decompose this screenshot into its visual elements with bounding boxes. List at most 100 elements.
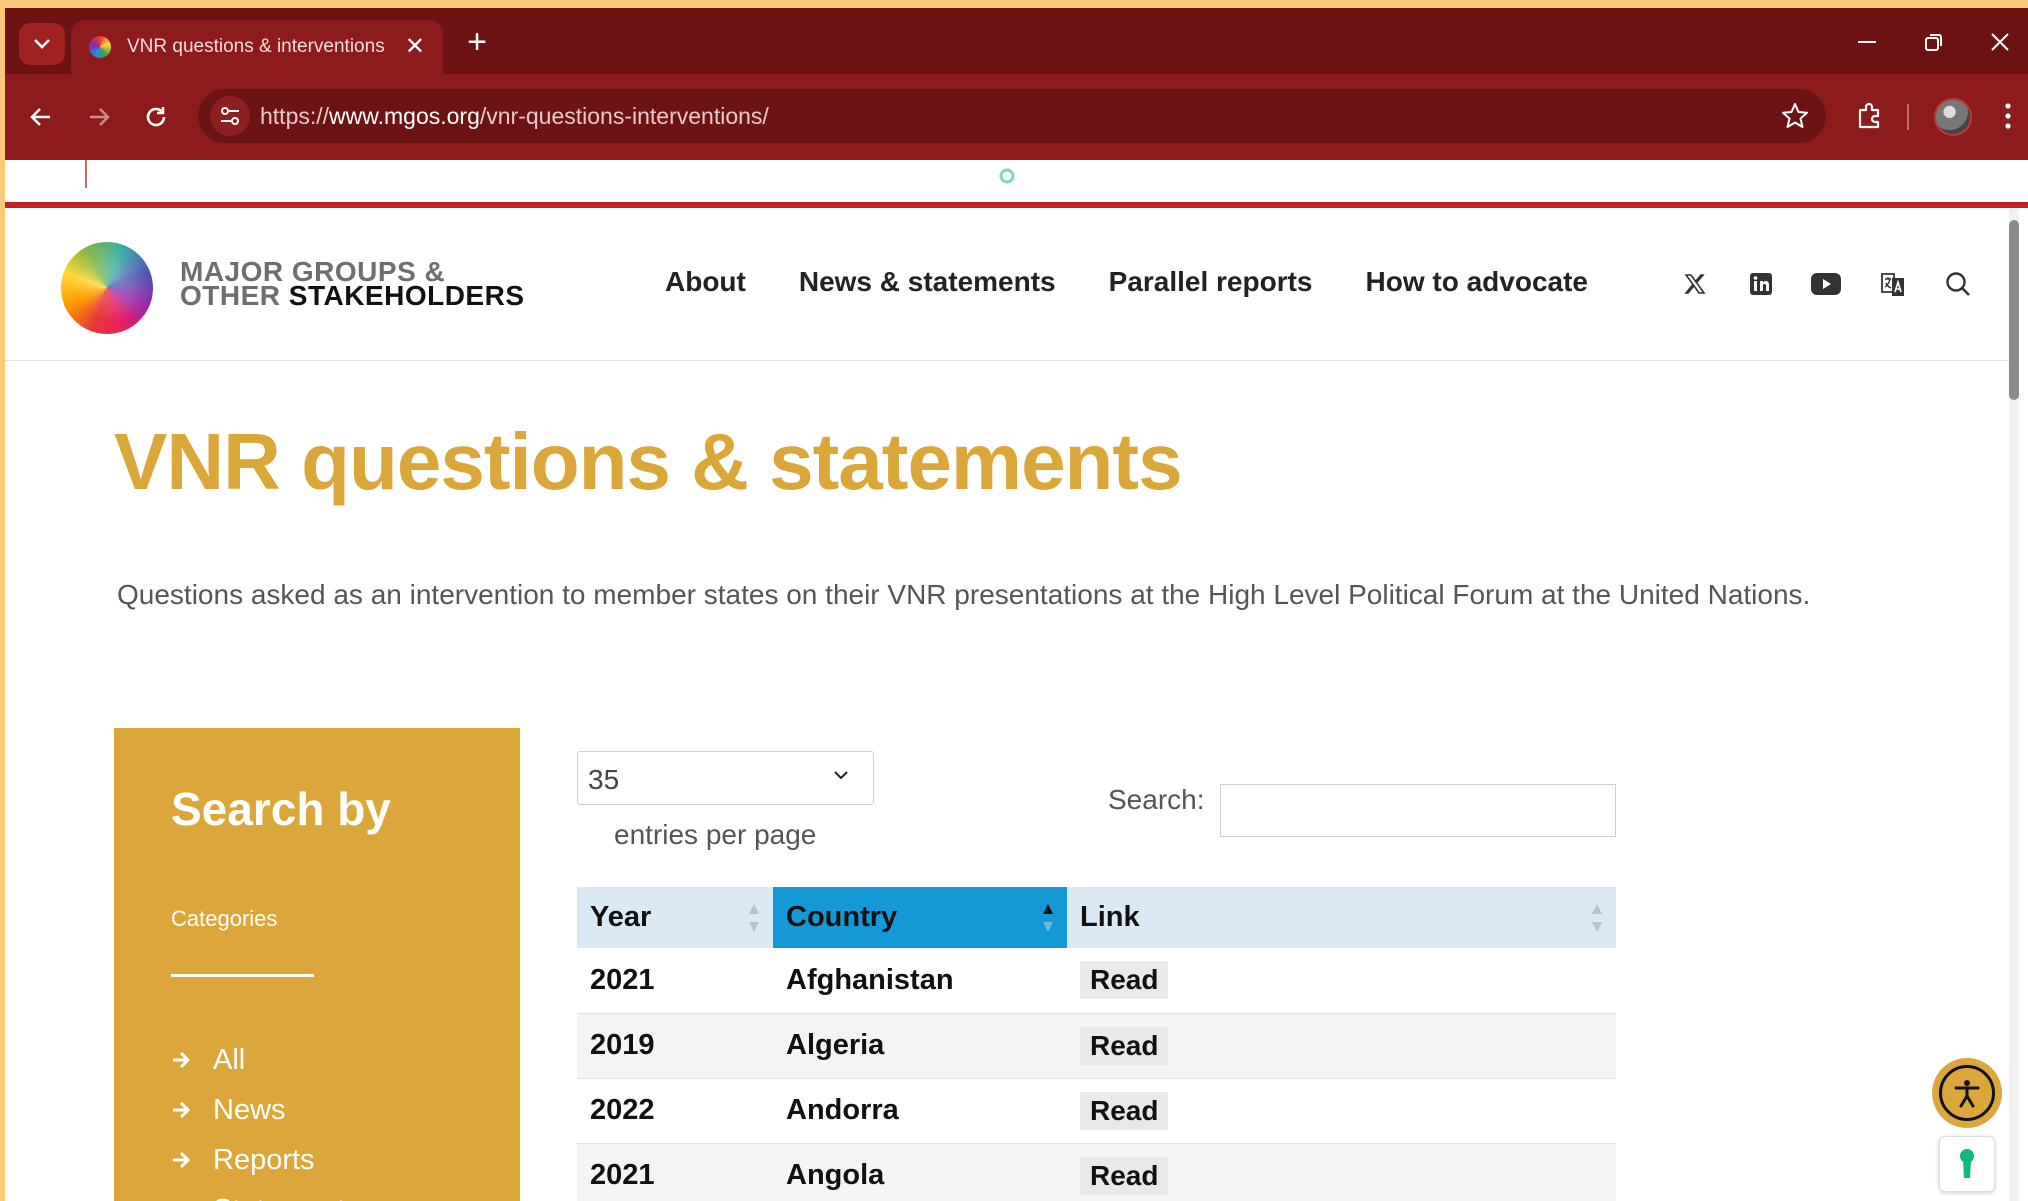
arrow-right-icon [171, 1151, 191, 1169]
column-header-year[interactable]: Year [577, 887, 773, 948]
country-cell: Algeria [773, 1013, 1067, 1079]
tab-search-button[interactable] [19, 23, 65, 65]
bookmark-star-button[interactable] [1780, 101, 1810, 131]
entries-per-page-select[interactable]: 35 [577, 751, 874, 805]
table-header-row: Year Country Link [577, 887, 1616, 948]
column-header-country[interactable]: Country [773, 887, 1067, 948]
back-button[interactable] [21, 97, 61, 137]
restore-button[interactable] [1912, 24, 1956, 60]
new-tab-button[interactable]: + [459, 25, 495, 61]
read-link[interactable]: Read [1080, 1156, 1169, 1195]
nav-news-statements[interactable]: News & statements [799, 266, 1056, 298]
accessibility-button[interactable] [1932, 1058, 2002, 1128]
folder-icon [297, 168, 320, 185]
chevron-down-icon [34, 39, 50, 49]
read-link[interactable]: Read [1080, 1091, 1169, 1130]
translate-icon[interactable] [1877, 268, 1909, 300]
apps-button[interactable] [35, 162, 59, 191]
close-window-button[interactable] [1978, 24, 2022, 60]
site-search-button[interactable] [1942, 268, 1974, 300]
bookmark-item[interactable]: E/S Africa [1620, 165, 1739, 187]
scrollbar-thumb[interactable] [2009, 220, 2019, 400]
toolbar-divider [1907, 104, 1909, 130]
bookmark-label: India [1803, 165, 1845, 186]
tab-title: VNR questions & interventions [127, 36, 385, 57]
privacy-widget-button[interactable] [1939, 1136, 1995, 1192]
arrow-right-icon [171, 1051, 191, 1069]
bookmarks-divider [85, 160, 87, 188]
folder-icon [110, 168, 132, 185]
address-bar[interactable]: https://www.mgos.org/vnr-questions-inter… [198, 89, 1826, 143]
column-header-link[interactable]: Link [1067, 887, 1616, 948]
link-cell: Read [1067, 1143, 1616, 1201]
category-item[interactable]: News [171, 1085, 360, 1135]
nav-about[interactable]: About [665, 266, 746, 298]
tab-strip: VNR questions & interventions ✕ + [5, 8, 2028, 74]
reload-button[interactable] [136, 97, 176, 137]
categories-label: Categories [171, 906, 278, 931]
bookmark-item[interactable]: tkb [1531, 165, 1592, 187]
entries-per-page-value: 35 [588, 764, 620, 795]
profile-avatar[interactable] [1934, 98, 1972, 136]
bookmark-item[interactable]: India [1767, 165, 1845, 187]
linkedin-icon[interactable] [1745, 268, 1777, 300]
sort-icon [749, 904, 759, 932]
youtube-icon[interactable] [1810, 268, 1842, 300]
search-by-sidebar: Search by Categories All News Reports State… [114, 728, 520, 1201]
active-tab[interactable]: VNR questions & interventions ✕ [71, 20, 443, 74]
bookmark-item[interactable]: CoM [735, 165, 811, 187]
link-cell: Read [1067, 948, 1616, 1014]
restore-icon [1925, 34, 1942, 51]
page-title: VNR questions & statements [114, 417, 1183, 506]
sidebar-title: Search by [171, 783, 391, 835]
table-search-input[interactable] [1220, 784, 1616, 837]
category-label: News [213, 1093, 286, 1126]
bookmark-item[interactable]: Admin [1413, 165, 1503, 187]
bookmark-item[interactable]: UN System [839, 165, 971, 187]
page-intro: Questions asked as an intervention to me… [117, 579, 1811, 610]
site-logo-text[interactable]: MAJOR GROUPS & OTHER STAKEHOLDERS [180, 258, 525, 311]
close-tab-icon[interactable]: ✕ [405, 35, 425, 59]
translate-language-icon [1881, 273, 1904, 296]
site-favicon-icon [89, 36, 111, 58]
bookmark-label: HLPF M&E [1289, 165, 1385, 186]
minimize-button[interactable] [1845, 24, 1889, 60]
more-bookmarks-button[interactable]: » [1977, 161, 1993, 189]
nav-parallel-reports[interactable]: Parallel reports [1109, 266, 1313, 298]
chevron-down-icon [834, 771, 848, 780]
close-icon [1991, 33, 2009, 51]
country-cell: Andorra [773, 1078, 1067, 1144]
site-logo-icon[interactable] [61, 242, 153, 334]
table-row: 2019 Algeria Read [577, 1013, 1616, 1079]
bookmark-item[interactable]: NGO CSW66 JCoR b... [999, 165, 1226, 187]
site-info-button[interactable] [210, 96, 250, 136]
bookmark-item[interactable]: CB Curriculum [109, 165, 269, 187]
nav-how-to-advocate[interactable]: How to advocate [1366, 266, 1588, 298]
linkedin-logo-icon [1750, 273, 1772, 295]
category-item[interactable]: Reports [171, 1135, 360, 1185]
x-icon[interactable] [1679, 268, 1711, 300]
browser-menu-button[interactable] [1988, 96, 2028, 136]
category-item[interactable]: Statements [171, 1185, 360, 1201]
bookmark-item[interactable]: JCoR Member Orgs [502, 165, 707, 187]
url-path: /vnr-questions-interventions/ [479, 103, 769, 129]
star-icon [1782, 103, 1808, 128]
bookmark-item[interactable]: Communications [297, 165, 474, 187]
logo-line-2-b: STAKEHOLDERS [288, 280, 525, 311]
bookmark-label: JCoR Member Orgs [538, 165, 707, 186]
category-label: Statements [213, 1194, 360, 1201]
column-header-label: Link [1080, 901, 1140, 933]
read-link[interactable]: Read [1080, 1026, 1169, 1065]
folder-icon [840, 168, 863, 185]
logo-line-2-a: OTHER [180, 280, 289, 311]
url-host: www.mgos.org [329, 103, 480, 129]
youtube-logo-icon [1811, 273, 1841, 295]
read-link[interactable]: Read [1080, 961, 1169, 1000]
url-scheme: https:// [260, 103, 330, 129]
year-cell: 2021 [577, 948, 773, 1014]
extensions-button[interactable] [1849, 96, 1889, 136]
bookmark-item[interactable]: HLPF M&E [1254, 165, 1385, 187]
page-scrollbar[interactable] [2009, 208, 2019, 1201]
category-item[interactable]: All [171, 1035, 360, 1085]
forward-button[interactable] [79, 97, 119, 137]
